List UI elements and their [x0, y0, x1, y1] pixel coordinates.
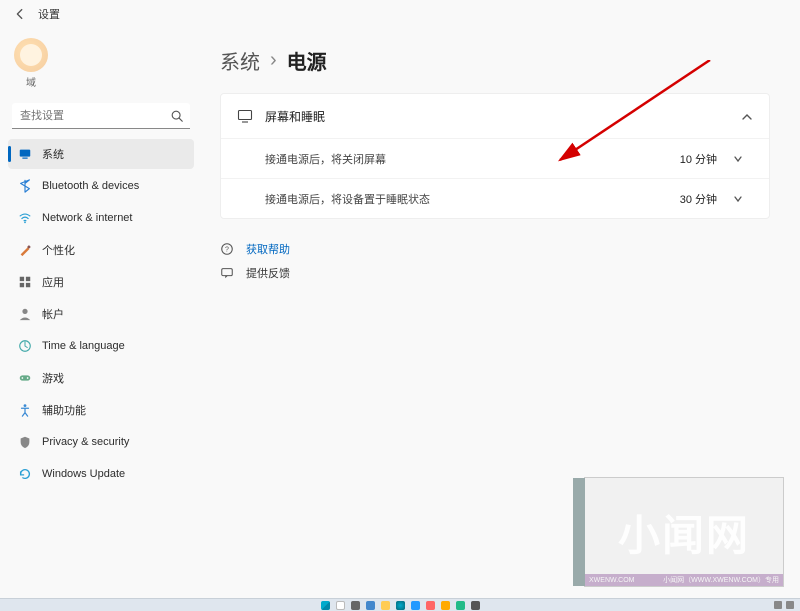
breadcrumb: 系统 › 电源	[220, 46, 770, 75]
shield-icon	[18, 435, 32, 449]
svg-text:?: ?	[225, 247, 229, 254]
search-box	[12, 103, 190, 129]
start-icon[interactable]	[321, 601, 330, 610]
row-label: 接通电源后，将设备置于睡眠状态	[265, 191, 670, 207]
sidebar-item-label: 个性化	[42, 242, 75, 258]
sleep-select[interactable]: 30 分钟	[670, 186, 753, 212]
monitor-icon	[237, 108, 253, 124]
watermark: 小闻网 XWENW.COM小闻网（WWW.XWENW.COM）专用	[584, 477, 784, 587]
sidebar-item-label: Privacy & security	[42, 436, 129, 448]
app-icon[interactable]	[456, 601, 465, 610]
wifi-icon	[18, 211, 32, 225]
sidebar-item-system[interactable]: 系统	[8, 139, 194, 169]
explorer-icon[interactable]	[381, 601, 390, 610]
gaming-icon	[18, 371, 32, 385]
sidebar-item-accessibility[interactable]: 辅助功能	[8, 395, 194, 425]
app-icon[interactable]	[426, 601, 435, 610]
clock-globe-icon	[18, 339, 32, 353]
bluetooth-icon	[18, 179, 32, 193]
app-icon[interactable]	[441, 601, 450, 610]
sidebar-item-label: Network & internet	[42, 212, 132, 224]
sidebar-item-windows-update[interactable]: Windows Update	[8, 459, 194, 489]
settings-icon[interactable]	[471, 601, 480, 610]
breadcrumb-parent[interactable]: 系统	[220, 46, 260, 75]
search-icon	[170, 109, 184, 123]
feedback-icon	[220, 266, 234, 280]
screen-sleep-panel: 屏幕和睡眠 接通电源后，将关闭屏幕 10 分钟 接通电源后，将设备置于睡眠状态	[220, 93, 770, 219]
row-label: 接通电源后，将关闭屏幕	[265, 151, 670, 167]
sidebar-item-bluetooth[interactable]: Bluetooth & devices	[8, 171, 194, 201]
account-name: 域	[26, 74, 36, 89]
sleep-row: 接通电源后，将设备置于睡眠状态 30 分钟	[221, 178, 769, 218]
search-input[interactable]	[12, 103, 190, 129]
system-icon	[18, 147, 32, 161]
sidebar-item-gaming[interactable]: 游戏	[8, 363, 194, 393]
sidebar-item-label: 辅助功能	[42, 402, 86, 418]
sidebar-item-label: Bluetooth & devices	[42, 180, 139, 192]
search-icon[interactable]	[336, 601, 345, 610]
sidebar-item-label: 系统	[42, 146, 64, 162]
link-label: 获取帮助	[246, 241, 290, 257]
taskbar[interactable]	[0, 598, 800, 611]
watermark-text: 小闻网	[618, 502, 750, 563]
link-label: 提供反馈	[246, 265, 290, 281]
sidebar-item-label: 游戏	[42, 370, 64, 386]
chevron-down-icon	[733, 154, 743, 164]
sidebar-item-time-language[interactable]: Time & language	[8, 331, 194, 361]
select-value: 10 分钟	[680, 151, 717, 167]
avatar	[14, 38, 48, 72]
sidebar-item-privacy[interactable]: Privacy & security	[8, 427, 194, 457]
select-value: 30 分钟	[680, 191, 717, 207]
sidebar: 域 系统 Bluetooth & devices Network & inter…	[0, 28, 200, 598]
account-block[interactable]: 域	[8, 34, 194, 99]
taskview-icon[interactable]	[351, 601, 360, 610]
sidebar-item-label: Windows Update	[42, 468, 125, 480]
chevron-right-icon: ›	[270, 49, 277, 72]
panel-header[interactable]: 屏幕和睡眠	[221, 94, 769, 138]
sidebar-item-label: 应用	[42, 274, 64, 290]
widgets-icon[interactable]	[366, 601, 375, 610]
sidebar-item-accounts[interactable]: 帐户	[8, 299, 194, 329]
brush-icon	[18, 243, 32, 257]
tray-icon[interactable]	[786, 601, 794, 609]
window-title: 设置	[38, 6, 60, 22]
sidebar-item-apps[interactable]: 应用	[8, 267, 194, 297]
help-icon: ?	[220, 242, 234, 256]
get-help-link[interactable]: ? 获取帮助	[220, 237, 770, 261]
store-icon[interactable]	[411, 601, 420, 610]
breadcrumb-current: 电源	[287, 46, 327, 75]
accessibility-icon	[18, 403, 32, 417]
sidebar-item-label: 帐户	[42, 306, 64, 322]
panel-title: 屏幕和睡眠	[265, 108, 729, 125]
give-feedback-link[interactable]: 提供反馈	[220, 261, 770, 285]
chevron-down-icon	[733, 194, 743, 204]
chevron-up-icon	[741, 110, 753, 122]
back-button[interactable]	[12, 6, 28, 22]
sidebar-item-network[interactable]: Network & internet	[8, 203, 194, 233]
apps-icon	[18, 275, 32, 289]
sidebar-item-label: Time & language	[42, 340, 125, 352]
user-icon	[18, 307, 32, 321]
taskbar-tray[interactable]	[774, 601, 794, 609]
tray-icon[interactable]	[774, 601, 782, 609]
update-icon	[18, 467, 32, 481]
edge-icon[interactable]	[396, 601, 405, 610]
screen-off-row: 接通电源后，将关闭屏幕 10 分钟	[221, 138, 769, 178]
screen-off-select[interactable]: 10 分钟	[670, 146, 753, 172]
titlebar: 设置	[0, 0, 800, 28]
sidebar-item-personalization[interactable]: 个性化	[8, 235, 194, 265]
